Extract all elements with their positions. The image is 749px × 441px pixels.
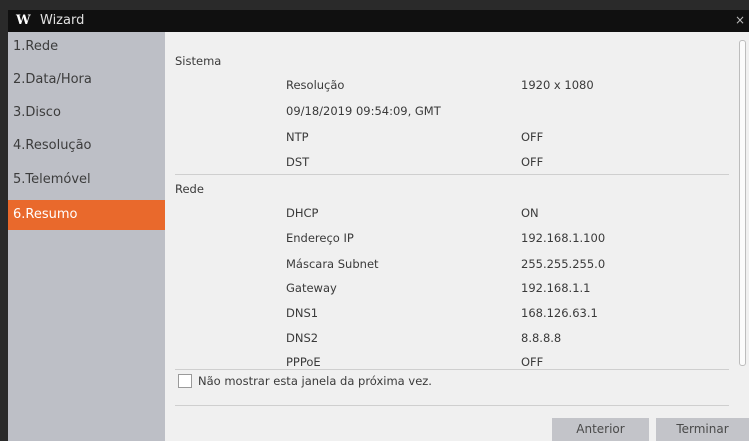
section-title-rede: Rede — [175, 182, 204, 196]
mask-label: Máscara Subnet — [286, 257, 379, 271]
dst-label: DST — [286, 155, 310, 169]
pppoe-label: PPPoE — [286, 355, 321, 369]
dont-show-again-label: Não mostrar esta janela da próxima vez. — [198, 374, 432, 388]
wizard-window: W Wizard × 1.Rede 2.Data/Hora 3.Disco 4.… — [8, 10, 749, 441]
summary-panel: Sistema Resolução 1920 x 1080 09/18/2019… — [165, 32, 749, 441]
resolucao-label: Resolução — [286, 78, 345, 92]
gateway-value: 192.168.1.1 — [521, 281, 591, 295]
sidebar-item-disco[interactable]: 3.Disco — [8, 98, 165, 128]
dns2-value: 8.8.8.8 — [521, 331, 562, 345]
content-divider — [175, 369, 729, 370]
sidebar-item-resolucao[interactable]: 4.Resolução — [8, 131, 165, 161]
footer-divider — [175, 405, 729, 406]
back-button[interactable]: Anterior — [552, 418, 649, 441]
sidebar-item-resumo[interactable]: 6.Resumo — [8, 200, 165, 230]
datetime-value: 09/18/2019 09:54:09, GMT — [286, 104, 441, 118]
sidebar: 1.Rede 2.Data/Hora 3.Disco 4.Resolução 5… — [8, 32, 165, 441]
dns2-label: DNS2 — [286, 331, 319, 345]
mask-value: 255.255.255.0 — [521, 257, 606, 271]
dns1-label: DNS1 — [286, 306, 319, 320]
ntp-label: NTP — [286, 130, 309, 144]
summary-scrollbar[interactable] — [739, 40, 746, 366]
dhcp-value: ON — [521, 206, 539, 220]
sidebar-item-data-hora[interactable]: 2.Data/Hora — [8, 65, 165, 95]
ntp-value: OFF — [521, 130, 544, 144]
gateway-label: Gateway — [286, 281, 337, 295]
brand-logo-icon: W — [16, 13, 31, 28]
resolucao-value: 1920 x 1080 — [521, 78, 594, 92]
ip-label: Endereço IP — [286, 231, 354, 245]
sidebar-item-rede[interactable]: 1.Rede — [8, 32, 165, 62]
title-bar: W Wizard × — [8, 10, 749, 32]
finish-button[interactable]: Terminar — [656, 418, 749, 441]
dns1-value: 168.126.63.1 — [521, 306, 598, 320]
dont-show-again-checkbox[interactable] — [178, 374, 192, 388]
pppoe-value: OFF — [521, 355, 544, 369]
section-divider — [175, 174, 729, 175]
dhcp-label: DHCP — [286, 206, 319, 220]
window-title: Wizard — [40, 13, 85, 28]
dst-value: OFF — [521, 155, 544, 169]
sidebar-item-telemovel[interactable]: 5.Telemóvel — [8, 165, 165, 195]
ip-value: 192.168.1.100 — [521, 231, 606, 245]
close-icon[interactable]: × — [735, 13, 745, 27]
section-title-sistema: Sistema — [175, 54, 222, 68]
